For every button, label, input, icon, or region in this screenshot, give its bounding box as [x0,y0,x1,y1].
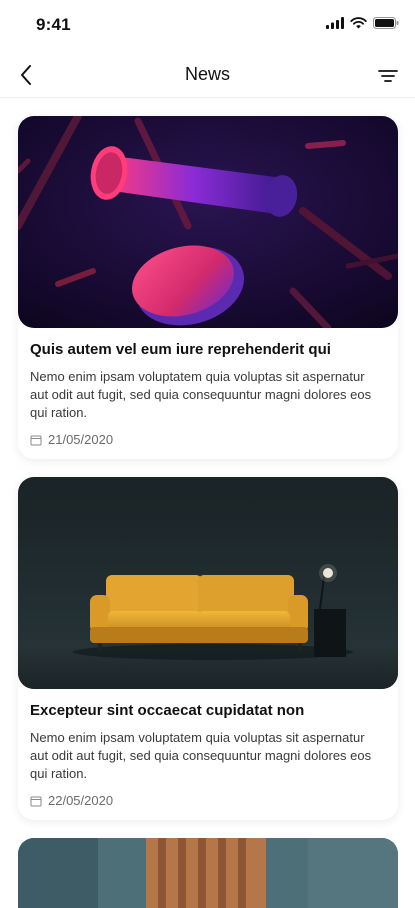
article-date-row: 22/05/2020 [30,793,386,808]
calendar-icon [30,796,42,806]
card-body: Quis autem vel eum iure reprehenderit qu… [18,328,398,459]
signal-icon [326,17,344,29]
article-title[interactable]: Quis autem vel eum iure reprehenderit qu… [30,340,386,360]
article-description: Nemo enim ipsam voluptatem quia voluptas… [30,730,372,781]
card-body: Excepteur sint occaecat cupidatat non Ne… [18,689,398,820]
calendar-icon [30,435,42,445]
filter-button[interactable] [375,63,401,89]
article-title[interactable]: Excepteur sint occaecat cupidatat non [30,701,386,721]
news-feed[interactable]: Quis autem vel eum iure reprehenderit qu… [18,116,398,908]
article-date: 21/05/2020 [48,432,114,447]
status-icons [326,17,399,29]
news-card[interactable] [18,838,398,908]
status-time: 9:41 [36,15,71,34]
abstract-3d-shapes-image [18,116,398,328]
news-card[interactable]: Excepteur sint occaecat cupidatat non Ne… [18,477,398,820]
nav-bar: News [0,52,415,98]
page-title: News [184,64,230,84]
article-date-row: 21/05/2020 [30,432,386,447]
filter-icon [378,70,398,82]
battery-icon [373,17,399,29]
news-card[interactable]: Quis autem vel eum iure reprehenderit qu… [18,116,398,459]
yellow-sofa-image [18,477,398,689]
status-bar: 9:41 [0,0,415,52]
article-date: 22/05/2020 [48,793,114,808]
article-description: Nemo enim ipsam voluptatem quia voluptas… [30,369,372,420]
interior-wall-image [18,838,398,908]
wifi-icon [350,17,367,29]
